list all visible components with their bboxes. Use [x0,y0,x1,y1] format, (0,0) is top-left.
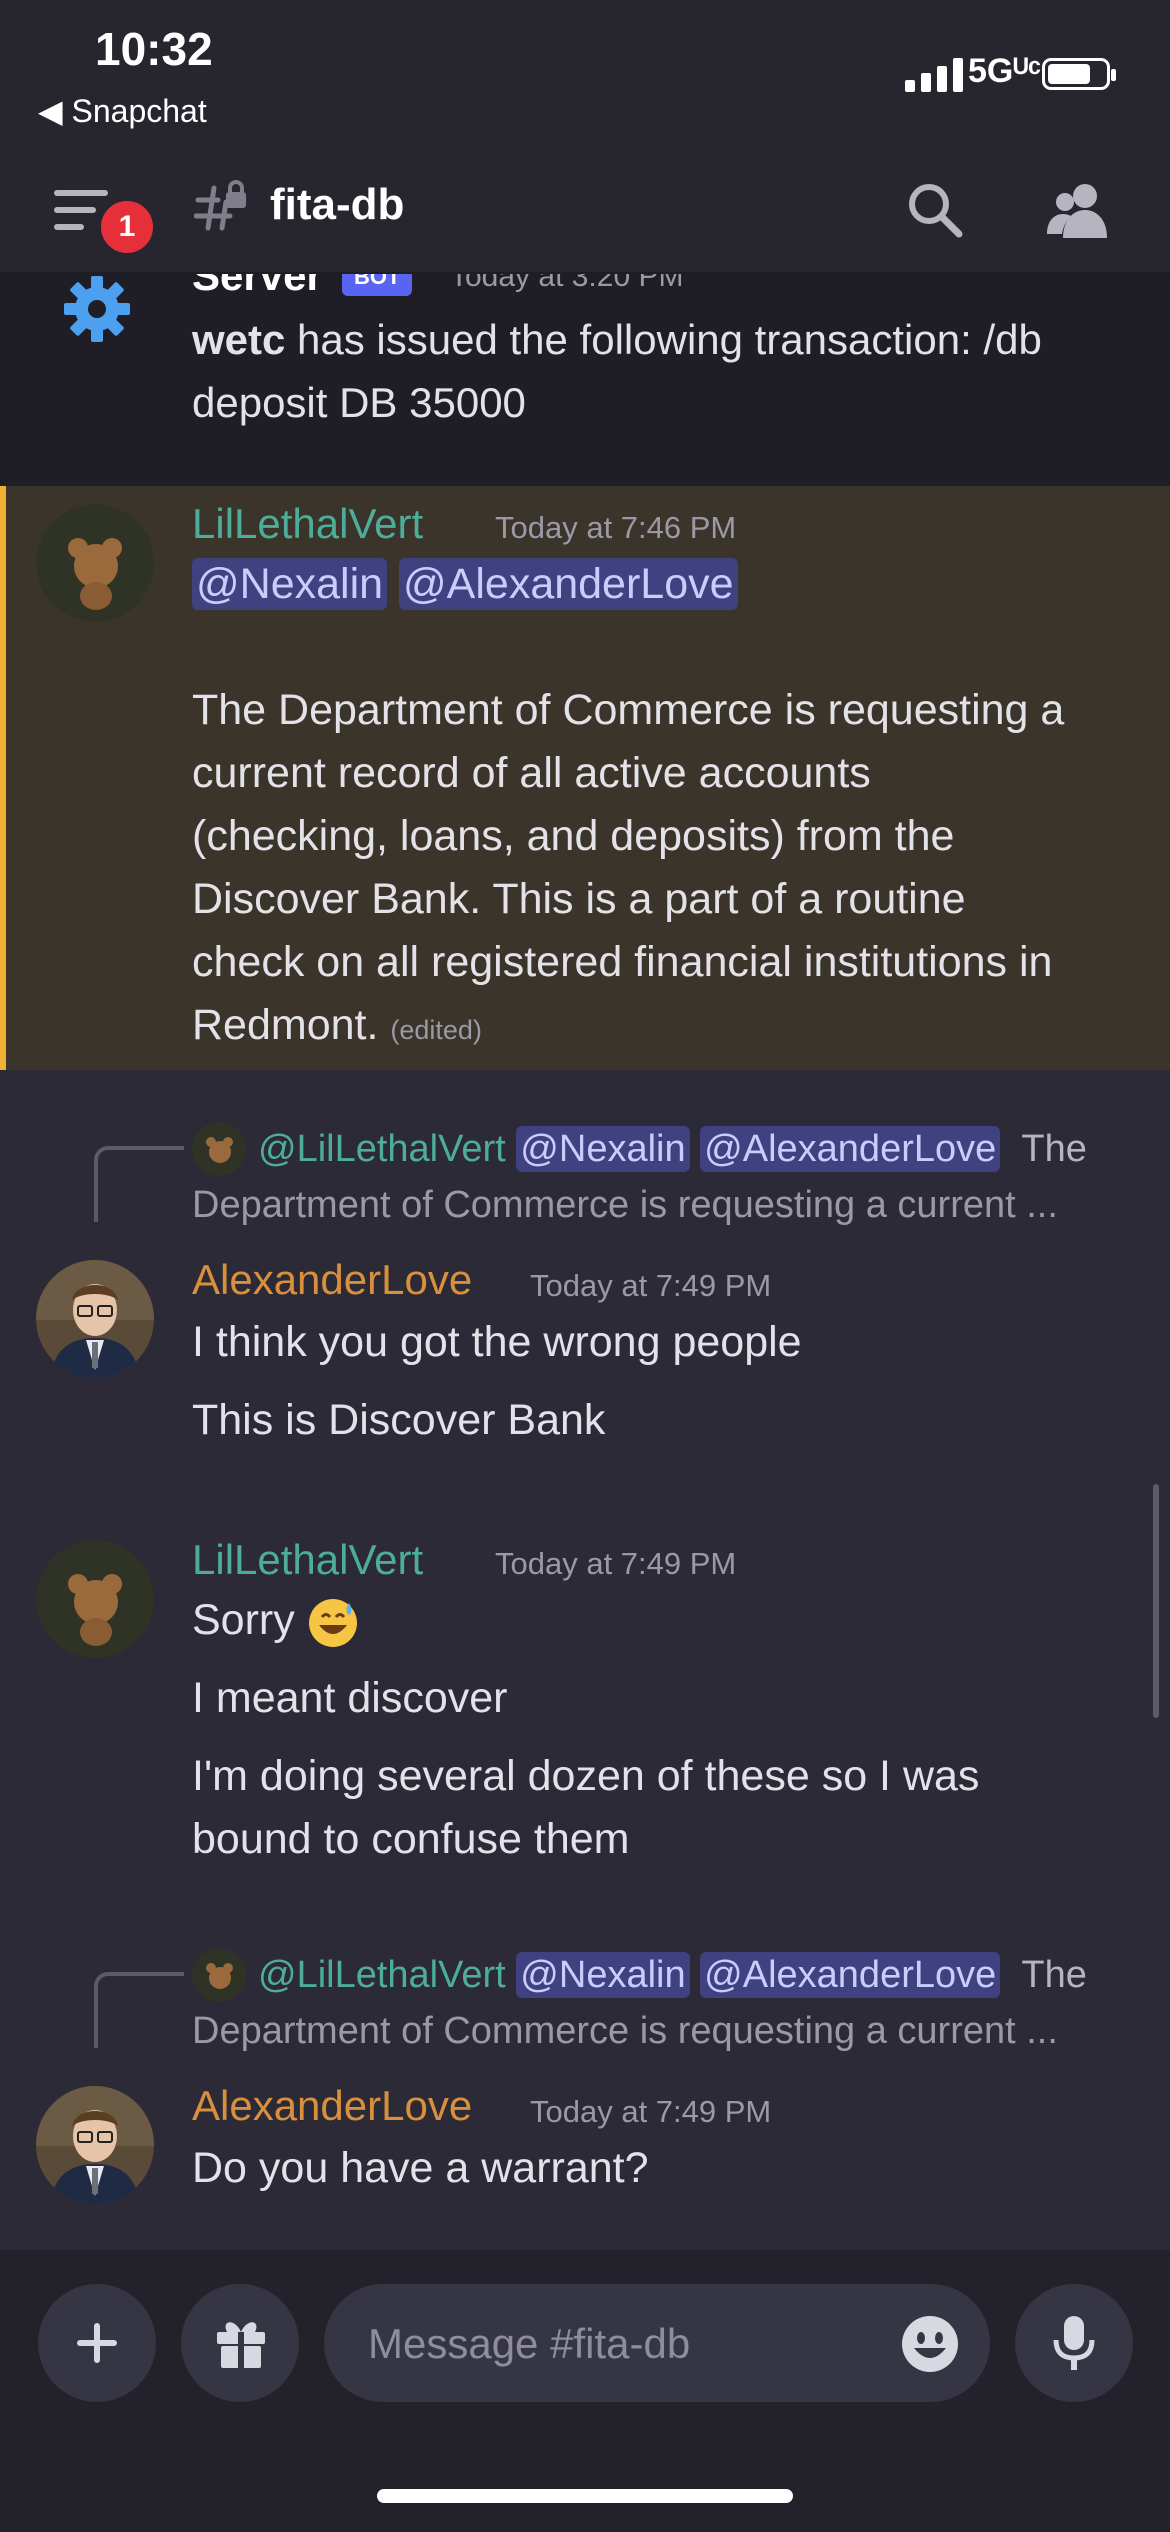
message-mentions: @Nexalin @AlexanderLove [192,558,738,610]
mention-alexanderlove[interactable]: @AlexanderLove [399,558,738,610]
status-bar: 10:32 ◀ Snapchat 5Gᵁᶜ [0,0,1170,140]
reply-preview[interactable]: @LilLethalVert @Nexalin @AlexanderLove T… [258,1126,1087,1172]
avatar-alexanderlove[interactable] [36,2086,154,2204]
reply-snippet: The [1021,1128,1087,1170]
scrollbar[interactable] [1153,1484,1159,1718]
avatar-lillethalvert[interactable] [36,1540,154,1658]
message-text: Sorry [192,1596,295,1644]
message-text-last: Redmont. (edited) [192,1001,482,1050]
bot-author[interactable]: Server [192,274,323,300]
message-text: Redmont. [192,1001,379,1049]
message-text: This is Discover Bank [192,1396,606,1444]
gift-button[interactable] [181,2284,299,2402]
notification-badge: 1 [96,196,158,258]
sweat-smile-emoji-icon[interactable] [307,1597,359,1649]
avatar-lillethalvert[interactable] [36,504,154,622]
message-timestamp: Today at 3:20 PM [450,274,684,293]
avatar-alexanderlove[interactable] [36,1260,154,1378]
message-timestamp: Today at 7:46 PM [495,510,737,545]
message-input[interactable]: Message #fita-db [324,2284,990,2402]
edited-label: (edited) [390,1015,482,1045]
channel-name[interactable]: fita-db [270,180,404,230]
voice-message-button[interactable] [1015,2284,1133,2402]
mention-nexalin[interactable]: @Nexalin [192,558,388,610]
channel-header: 1 fita-db [0,140,1170,274]
mention-nexalin: @Nexalin [516,1126,690,1172]
status-time: 10:32 [95,23,213,75]
message-timestamp: Today at 7:49 PM [530,2094,772,2129]
reply-avatar [192,1122,246,1176]
message-text: bound to confuse them [192,1815,630,1863]
message-text: Do you have a warrant? [192,2144,649,2192]
mention-nexalin: @Nexalin [516,1952,690,1998]
microphone-icon [1053,2316,1095,2370]
battery-icon [1042,58,1116,90]
message-text: Discover Bank. This is a part of a routi… [192,875,966,923]
bot-message-body: has issued the following transaction: /d… [192,316,1042,426]
emoji-picker-icon[interactable] [900,2314,960,2374]
gift-icon [217,2322,265,2368]
message-author[interactable]: LilLethalVert [192,1536,423,1584]
search-icon[interactable] [905,180,965,240]
bot-tag-badge: BOT [342,274,413,296]
message-text: I'm doing several dozen of these so I wa… [192,1752,980,1800]
message-timestamp: Today at 7:49 PM [495,1546,737,1581]
reply-snippet-cont[interactable]: Department of Commerce is requesting a c… [192,2010,1058,2053]
plus-icon [77,2323,117,2363]
reply-connector [94,1972,184,2048]
message-author[interactable]: AlexanderLove [192,2082,472,2130]
reply-connector [94,1146,184,1222]
members-icon[interactable] [1045,180,1111,240]
reply-user: @LilLethalVert [258,1128,506,1170]
message-text: I think you got the wrong people [192,1318,802,1366]
message-text-sorry: Sorry [192,1596,359,1649]
home-indicator[interactable] [377,2489,793,2503]
message-text: I meant discover [192,1674,508,1722]
message-timestamp: Today at 7:49 PM [530,1268,772,1303]
message-text: check on all registered financial instit… [192,938,1053,986]
message-input-placeholder: Message #fita-db [368,2320,691,2367]
message-text: (checking, loans, and deposits) from the [192,812,955,860]
network-type: 5Gᵁᶜ [968,52,1042,90]
mention-alexanderlove: @AlexanderLove [700,1952,1001,1998]
message-text: current record of all active accounts [192,749,871,797]
gear-icon [64,276,130,342]
reply-avatar [192,1948,246,2002]
bot-message-text: wetc has issued the following transactio… [192,308,1152,434]
message-list[interactable]: Server BOT Today at 3:20 PM wetc has iss… [0,274,1170,2250]
reply-preview[interactable]: @LilLethalVert @Nexalin @AlexanderLove T… [258,1952,1087,1998]
add-attachment-button[interactable] [38,2284,156,2402]
reply-snippet: The [1021,1954,1087,1996]
mention-alexanderlove: @AlexanderLove [700,1126,1001,1172]
back-to-snapchat-link[interactable]: ◀ Snapchat [38,92,207,130]
bot-message: Server BOT Today at 3:20 PM wetc has iss… [0,274,1170,486]
reply-snippet-cont[interactable]: Department of Commerce is requesting a c… [192,1184,1058,1227]
message-text: The Department of Commerce is requesting… [192,686,1065,734]
reply-user: @LilLethalVert [258,1954,506,1996]
message-author[interactable]: AlexanderLove [192,1256,472,1304]
locked-channel-hash-icon [194,180,246,231]
cellular-signal-icon [905,58,963,92]
bot-message-bold: wetc [192,316,286,363]
message-author[interactable]: LilLethalVert [192,500,423,548]
